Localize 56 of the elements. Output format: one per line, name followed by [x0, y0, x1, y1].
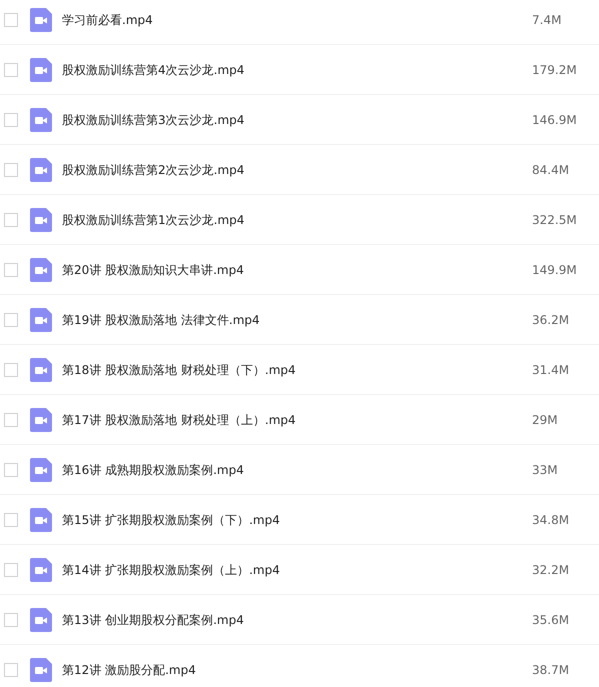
checkbox[interactable] [4, 362, 18, 376]
file-name[interactable]: 第14讲 扩张期股权激励案例（上）.mp4 [62, 560, 532, 578]
file-name[interactable]: 学习前必看.mp4 [62, 10, 532, 28]
video-file-icon [30, 308, 52, 332]
checkbox[interactable] [4, 312, 18, 326]
file-size: 149.9M [532, 262, 577, 278]
file-size: 322.5M [532, 212, 577, 228]
video-file-icon [30, 358, 52, 382]
checkbox[interactable] [4, 462, 18, 476]
file-size: 38.7M [532, 662, 570, 678]
file-name[interactable]: 第17讲 股权激励落地 财税处理（上）.mp4 [62, 410, 532, 428]
file-name[interactable]: 第12讲 激励股分配.mp4 [62, 660, 532, 678]
checkbox[interactable] [4, 612, 18, 626]
checkbox[interactable] [4, 112, 18, 126]
file-size: 84.4M [532, 162, 570, 178]
file-name[interactable]: 股权激励训练营第1次云沙龙.mp4 [62, 210, 532, 228]
video-file-icon [30, 658, 52, 682]
checkbox[interactable] [4, 662, 18, 676]
file-size: 33M [532, 462, 558, 478]
file-size: 36.2M [532, 312, 570, 328]
video-file-icon [30, 108, 52, 132]
checkbox[interactable] [4, 62, 18, 76]
video-file-icon [30, 8, 52, 32]
file-name[interactable]: 第19讲 股权激励落地 法律文件.mp4 [62, 310, 532, 328]
file-name[interactable]: 第18讲 股权激励落地 财税处理（下）.mp4 [62, 360, 532, 378]
checkbox[interactable] [4, 512, 18, 526]
checkbox[interactable] [4, 12, 18, 26]
file-name[interactable]: 股权激励训练营第3次云沙龙.mp4 [62, 110, 532, 128]
file-name[interactable]: 第15讲 扩张期股权激励案例（下）.mp4 [62, 510, 532, 528]
file-size: 29M [532, 412, 558, 428]
video-file-icon [30, 208, 52, 232]
file-size: 31.4M [532, 362, 570, 378]
file-name[interactable]: 第16讲 成熟期股权激励案例.mp4 [62, 460, 532, 478]
checkbox[interactable] [4, 162, 18, 176]
file-size: 34.8M [532, 512, 570, 528]
file-size: 146.9M [532, 112, 577, 128]
checkbox[interactable] [4, 562, 18, 576]
video-file-icon [30, 258, 52, 282]
checkbox[interactable] [4, 412, 18, 426]
checkbox[interactable] [4, 212, 18, 226]
file-name[interactable]: 第13讲 创业期股权分配案例.mp4 [62, 610, 532, 628]
file-size: 32.2M [532, 562, 570, 578]
video-file-icon [30, 158, 52, 182]
file-name[interactable]: 股权激励训练营第2次云沙龙.mp4 [62, 160, 532, 178]
file-size: 35.6M [532, 612, 570, 628]
file-size: 179.2M [532, 62, 577, 78]
file-name[interactable]: 股权激励训练营第4次云沙龙.mp4 [62, 60, 532, 78]
video-file-icon [30, 58, 52, 82]
file-name[interactable]: 第20讲 股权激励知识大串讲.mp4 [62, 260, 532, 278]
video-file-icon [30, 608, 52, 632]
video-file-icon [30, 558, 52, 582]
video-file-icon [30, 408, 52, 432]
video-file-icon [30, 508, 52, 532]
checkbox[interactable] [4, 262, 18, 276]
video-file-icon [30, 458, 52, 482]
file-size: 7.4M [532, 12, 562, 28]
